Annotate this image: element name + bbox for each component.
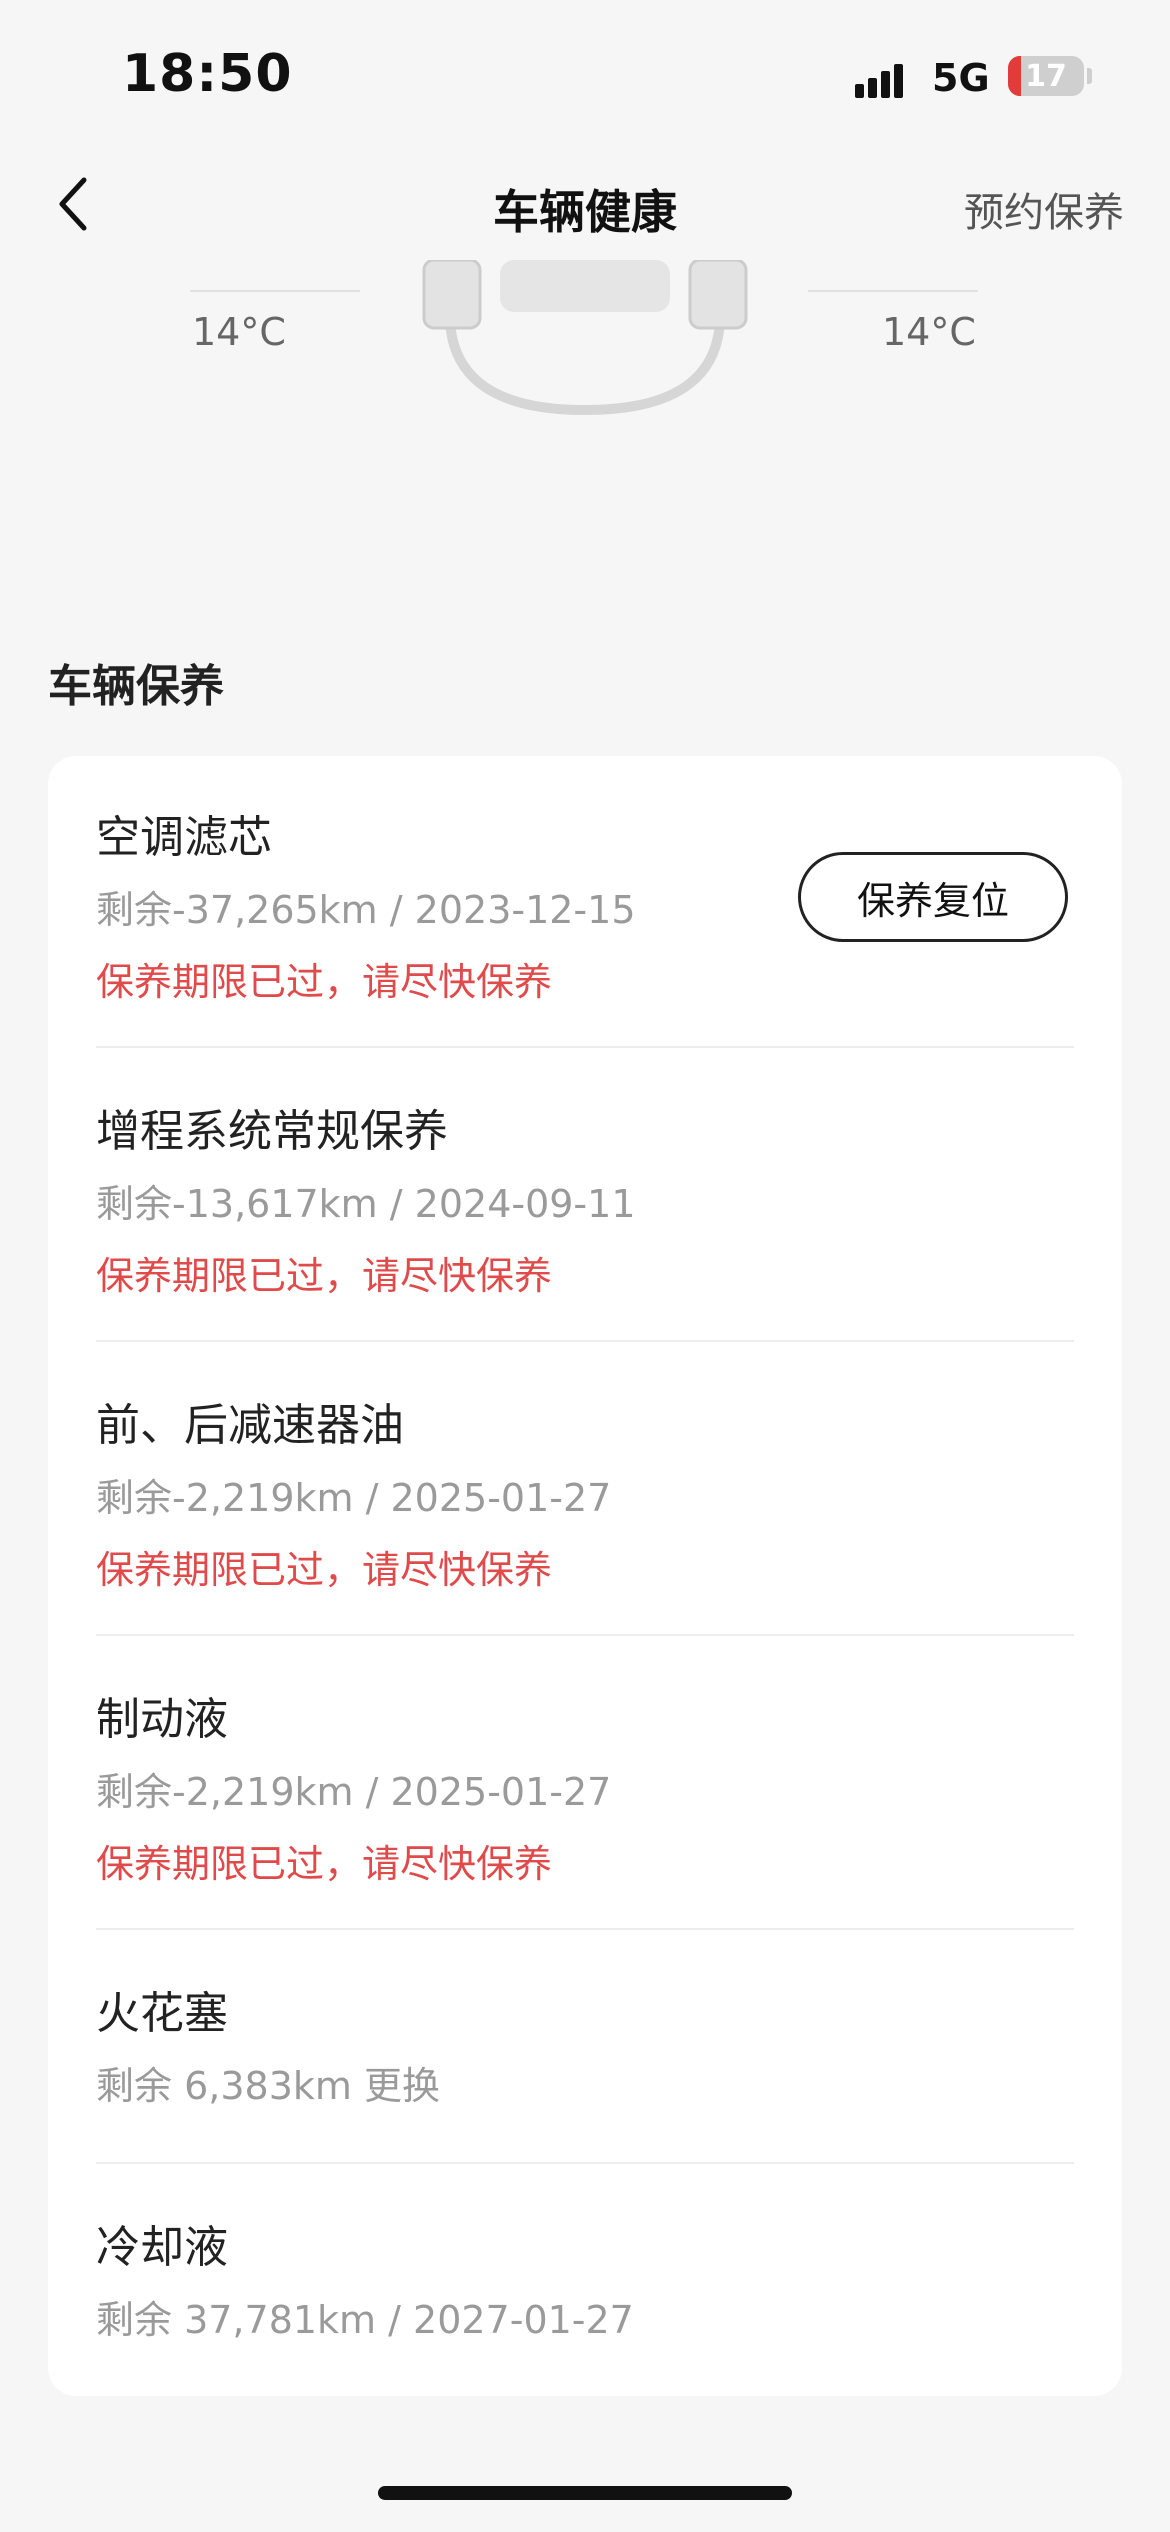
navigation-bar: 车辆健康 预约保养 bbox=[0, 150, 1170, 260]
item-detail: 剩余 6,383km 更换 bbox=[96, 2064, 440, 2108]
status-time: 18:50 bbox=[122, 44, 293, 104]
divider bbox=[96, 2162, 1074, 2164]
item-detail: 剩余-2,219km / 2025-01-27 bbox=[96, 1476, 612, 1520]
section-title: 车辆保养 bbox=[48, 661, 224, 712]
maintenance-item-reducer-oil[interactable]: 前、后减速器油 剩余-2,219km / 2025-01-27 保养期限已过，请… bbox=[96, 1396, 1074, 1600]
right-tire-temp: 14°C bbox=[882, 310, 976, 354]
signal-icon bbox=[855, 58, 915, 98]
status-bar: 18:50 5G 17 bbox=[0, 0, 1170, 150]
item-detail: 剩余 37,781km / 2027-01-27 bbox=[96, 2298, 634, 2342]
car-diagram: 14°C 14°C bbox=[0, 260, 1170, 460]
maintenance-item-coolant[interactable]: 冷却液 剩余 37,781km / 2027-01-27 bbox=[96, 2218, 1074, 2350]
divider bbox=[96, 1340, 1074, 1342]
battery-percentage: 17 bbox=[1025, 59, 1067, 94]
car-outline-icon bbox=[422, 260, 748, 416]
left-tire-divider bbox=[190, 290, 360, 292]
divider bbox=[96, 1928, 1074, 1930]
item-name: 冷却液 bbox=[96, 2222, 228, 2273]
item-detail: 剩余-2,219km / 2025-01-27 bbox=[96, 1770, 612, 1814]
book-maintenance-link[interactable]: 预约保养 bbox=[964, 180, 1124, 238]
item-name: 增程系统常规保养 bbox=[96, 1106, 448, 1157]
left-tire-temp: 14°C bbox=[192, 310, 286, 354]
maintenance-item-spark-plug[interactable]: 火花塞 剩余 6,383km 更换 bbox=[96, 1984, 1074, 2116]
item-name: 火花塞 bbox=[96, 1988, 228, 2039]
item-warning: 保养期限已过，请尽快保养 bbox=[96, 960, 553, 1004]
network-type: 5G bbox=[932, 56, 990, 100]
item-warning: 保养期限已过，请尽快保养 bbox=[96, 1842, 553, 1886]
home-indicator[interactable] bbox=[378, 2486, 792, 2500]
divider bbox=[96, 1046, 1074, 1048]
vehicle-health-screen: 18:50 5G 17 车辆健康 预约保养 14°C 14°C 车辆保养 空调滤… bbox=[0, 0, 1170, 2532]
right-tire-divider bbox=[808, 290, 978, 292]
item-warning: 保养期限已过，请尽快保养 bbox=[96, 1548, 553, 1592]
maintenance-item-range-extender[interactable]: 增程系统常规保养 剩余-13,617km / 2024-09-11 保养期限已过… bbox=[96, 1102, 1074, 1306]
item-name: 前、后减速器油 bbox=[96, 1400, 404, 1451]
battery-icon: 17 bbox=[1008, 56, 1084, 96]
maintenance-card: 空调滤芯 剩余-37,265km / 2023-12-15 保养期限已过，请尽快… bbox=[48, 756, 1122, 2396]
item-name: 制动液 bbox=[96, 1694, 228, 1745]
maintenance-item-brake-fluid[interactable]: 制动液 剩余-2,219km / 2025-01-27 保养期限已过，请尽快保养 bbox=[96, 1690, 1074, 1894]
maintenance-reset-button[interactable]: 保养复位 bbox=[798, 852, 1068, 942]
divider bbox=[96, 1634, 1074, 1636]
item-warning: 保养期限已过，请尽快保养 bbox=[96, 1254, 553, 1298]
battery-tip bbox=[1087, 68, 1092, 84]
item-detail: 剩余-13,617km / 2024-09-11 bbox=[96, 1182, 636, 1226]
